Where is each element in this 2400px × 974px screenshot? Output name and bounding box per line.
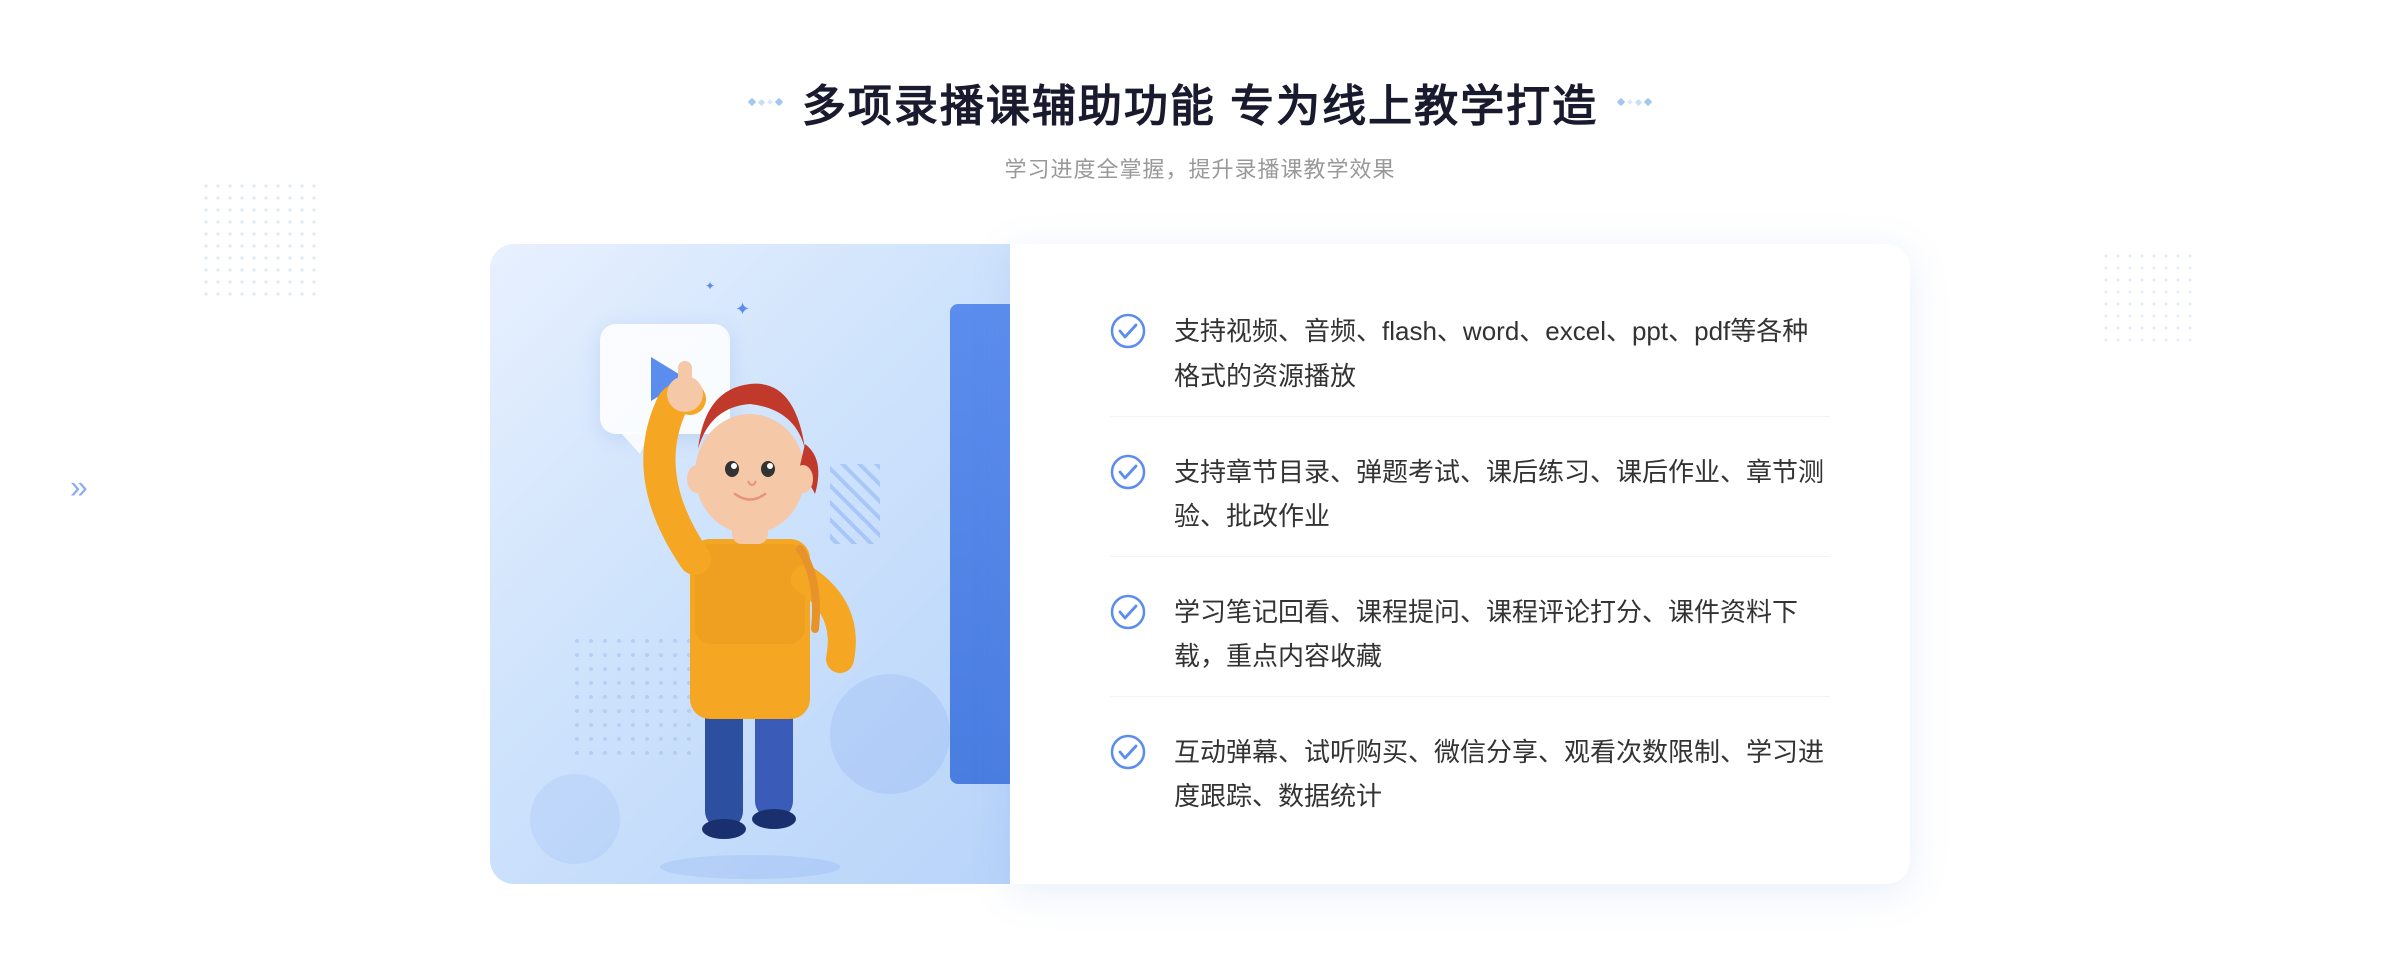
title-decorator-left <box>749 99 782 105</box>
content-area: ✦ ✦ <box>490 244 1910 884</box>
illustration-card: ✦ ✦ <box>490 244 1010 884</box>
title-decorator-right <box>1618 99 1651 105</box>
feature-text-4: 互动弹幕、试听购买、微信分享、观看次数限制、学习进度跟踪、数据统计 <box>1174 730 1830 818</box>
title-row: 多项录播课辅助功能 专为线上教学打造 <box>749 70 1651 134</box>
main-title: 多项录播课辅助功能 专为线上教学打造 <box>802 70 1598 134</box>
subtitle: 学习进度全掌握，提升录播课教学效果 <box>749 152 1651 184</box>
bg-dots-right <box>2100 250 2200 350</box>
bg-dots-left <box>200 180 320 300</box>
check-circle-icon-2 <box>1110 454 1146 490</box>
sparkle-2: ✦ <box>705 279 715 293</box>
feature-text-1: 支持视频、音频、flash、word、excel、ppt、pdf等各种格式的资源… <box>1174 309 1830 397</box>
features-panel: 支持视频、音频、flash、word、excel、ppt、pdf等各种格式的资源… <box>1010 244 1910 884</box>
sparkle-1: ✦ <box>735 299 750 320</box>
feature-item-2: 支持章节目录、弹题考试、课后练习、课后作业、章节测验、批改作业 <box>1110 432 1830 557</box>
feature-text-3: 学习笔记回看、课程提问、课程评论打分、课件资料下载，重点内容收藏 <box>1174 590 1830 678</box>
feature-item-4: 互动弹幕、试听购买、微信分享、观看次数限制、学习进度跟踪、数据统计 <box>1110 712 1830 836</box>
page-container: » 多项录播课辅助功能 专为线上教学打造 学习进度全掌握，提升录播课教学效果 <box>0 0 2400 974</box>
feature-item-3: 学习笔记回看、课程提问、课程评论打分、课件资料下载，重点内容收藏 <box>1110 572 1830 697</box>
human-figure <box>580 319 920 884</box>
check-circle-icon-1 <box>1110 313 1146 349</box>
check-circle-icon-3 <box>1110 594 1146 630</box>
header-section: 多项录播课辅助功能 专为线上教学打造 学习进度全掌握，提升录播课教学效果 <box>749 70 1651 184</box>
check-circle-icon-4 <box>1110 734 1146 770</box>
feature-text-2: 支持章节目录、弹题考试、课后练习、课后作业、章节测验、批改作业 <box>1174 450 1830 538</box>
feature-item-1: 支持视频、音频、flash、word、excel、ppt、pdf等各种格式的资源… <box>1110 291 1830 416</box>
left-arrow-decoration: » <box>70 469 88 506</box>
